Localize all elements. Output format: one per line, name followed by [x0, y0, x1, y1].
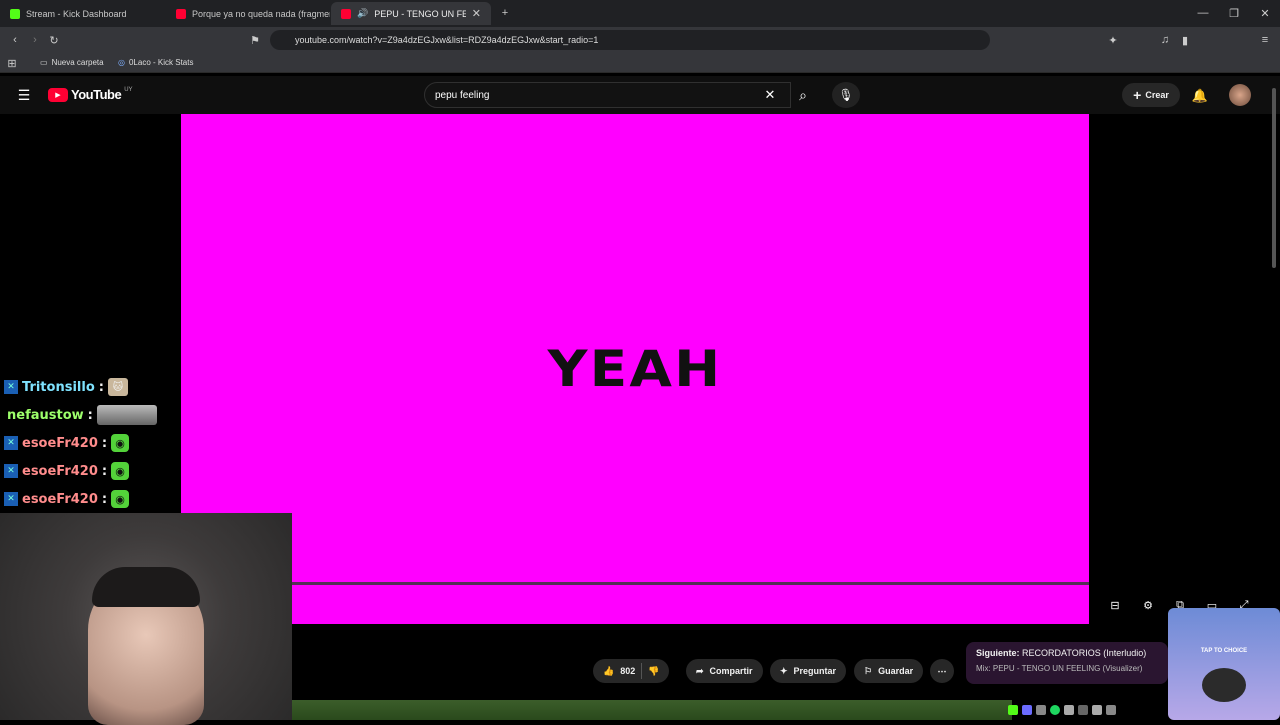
extensions-icon[interactable]: ✦ — [1106, 33, 1120, 47]
bookmark-folder[interactable]: ▭ Nueva carpeta — [40, 58, 104, 67]
play-logo-icon: ▶ — [48, 87, 68, 102]
new-tab-icon[interactable]: + — [498, 6, 512, 20]
tab-kick-dashboard[interactable]: Stream - Kick Dashboard — [0, 2, 166, 25]
game-overlay: TAP TO CHOICE — [1168, 608, 1280, 720]
restore-icon[interactable]: ❐ — [1227, 6, 1241, 20]
plus-icon: + — [1133, 87, 1142, 103]
share-button[interactable]: ➦ Compartir — [686, 659, 763, 683]
create-button[interactable]: + Crear — [1122, 83, 1180, 107]
hamburger-menu-icon[interactable]: ☰ — [16, 87, 32, 103]
youtube-icon — [341, 8, 351, 19]
chat-badge-icon: ✕ — [4, 464, 18, 478]
chat-badge-icon: ✕ — [4, 436, 18, 450]
globe-icon: ◎ — [118, 58, 125, 67]
folder-icon: ▭ — [40, 58, 48, 67]
more-actions-icon[interactable]: ⋯ — [930, 659, 954, 683]
notifications-icon[interactable]: 🔔 — [1192, 88, 1208, 104]
browser-tab-bar: Stream - Kick Dashboard Porque ya no que… — [0, 0, 1280, 27]
bookmark-save-icon: ⚐ — [864, 665, 873, 676]
thumbs-down-icon[interactable]: 👎 — [648, 666, 659, 677]
chat-badge-icon: ✕ — [4, 492, 18, 506]
voice-search-icon[interactable]: 🎙 — [832, 82, 860, 108]
apps-grid-icon[interactable]: ⊞ — [6, 57, 18, 70]
kick-emote-icon: ◉ — [111, 462, 130, 480]
bookmark-kick-stats[interactable]: ◎ 0Laco - Kick Stats — [118, 58, 193, 67]
thumbs-up-icon: 👍 — [603, 665, 615, 676]
app-tray-icon[interactable] — [1022, 705, 1032, 715]
forward-icon[interactable]: › — [28, 33, 42, 47]
chat-badge-icon: ✕ — [4, 380, 18, 394]
chat-message: ✕ esoeFr420: ◉ — [4, 432, 130, 454]
app-tray-icon[interactable] — [1078, 705, 1088, 715]
up-next-card[interactable]: Siguiente: RECORDATORIOS (Interludio) Mi… — [966, 642, 1168, 684]
chat-message: ✕ esoeFr420: ◉ — [4, 460, 130, 482]
settings-gear-icon[interactable]: ⚙ — [1140, 597, 1156, 613]
avatar[interactable] — [1229, 84, 1251, 106]
tab-pepu-feeling[interactable]: 🔊 PEPU - TENGO UN FEELING (\ ✕ — [331, 2, 491, 25]
like-button[interactable]: 👍 802 👎 — [593, 659, 670, 683]
streamer-hair — [92, 567, 200, 607]
grass-background — [292, 700, 1012, 720]
address-input[interactable]: youtube.com/watch?v=Z9a4dzEGJxw&list=RDZ… — [270, 30, 990, 50]
youtube-icon — [176, 8, 186, 19]
menu-icon[interactable]: ≡ — [1258, 33, 1272, 47]
spotify-tray-icon[interactable] — [1050, 705, 1060, 715]
app-tray-icon[interactable] — [1036, 705, 1046, 715]
reload-icon[interactable]: ↻ — [47, 33, 61, 47]
webcam-overlay — [0, 513, 292, 725]
bookmark-icon[interactable]: ⚑ — [248, 33, 262, 47]
video-frame-text: YEAH — [547, 340, 723, 398]
chat-message: ✕ esoeFr420: ◉ — [4, 488, 130, 510]
music-icon[interactable]: ♫ — [1158, 33, 1172, 47]
audio-icon: 🔊 — [357, 8, 369, 18]
sparkle-icon: ✦ — [780, 665, 788, 676]
close-window-icon[interactable]: ✕ — [1258, 6, 1272, 20]
dog-emote-icon — [96, 405, 157, 425]
sidebar-icon[interactable]: ▮ — [1178, 33, 1192, 47]
search-icon[interactable]: ⌕ — [794, 86, 812, 104]
close-tab-icon[interactable]: ✕ — [472, 7, 481, 20]
kick-emote-icon: ◉ — [111, 490, 130, 508]
clear-search-icon[interactable]: ✕ — [763, 87, 777, 102]
cat-emote-icon: 🐱 — [107, 378, 128, 396]
bookmarks-bar: ⊞ ▭ Nueva carpeta ◎ 0Laco - Kick Stats — [0, 53, 1280, 73]
search-input[interactable]: pepu feeling — [424, 82, 791, 108]
share-icon: ➦ — [696, 665, 704, 676]
chat-message: nefaustow: — [4, 404, 157, 426]
app-tray-icon[interactable] — [1064, 705, 1074, 715]
progress-bar[interactable] — [181, 582, 1089, 585]
kick-icon — [10, 8, 20, 19]
tab-porque-ya-no-queda-nada[interactable]: Porque ya no queda nada (fragment — [166, 2, 330, 25]
app-tray-icon[interactable] — [1092, 705, 1102, 715]
kick-emote-icon: ◉ — [111, 434, 130, 452]
ask-button[interactable]: ✦ Preguntar — [770, 659, 847, 683]
kick-tray-icon[interactable] — [1008, 705, 1018, 715]
page-scrollbar[interactable] — [1272, 88, 1276, 268]
steam-tray-icon[interactable] — [1106, 705, 1116, 715]
minimize-icon[interactable]: — — [1196, 6, 1210, 20]
game-ball — [1202, 668, 1246, 702]
back-icon[interactable]: ‹ — [8, 33, 22, 47]
save-button[interactable]: ⚐ Guardar — [854, 659, 924, 683]
youtube-logo[interactable]: ▶ YouTube UY — [48, 87, 133, 102]
subtitles-icon[interactable]: ⊟ — [1107, 598, 1123, 612]
system-tray — [1008, 702, 1168, 718]
chat-message: ✕ Tritonsillo: 🐱 — [4, 376, 128, 398]
